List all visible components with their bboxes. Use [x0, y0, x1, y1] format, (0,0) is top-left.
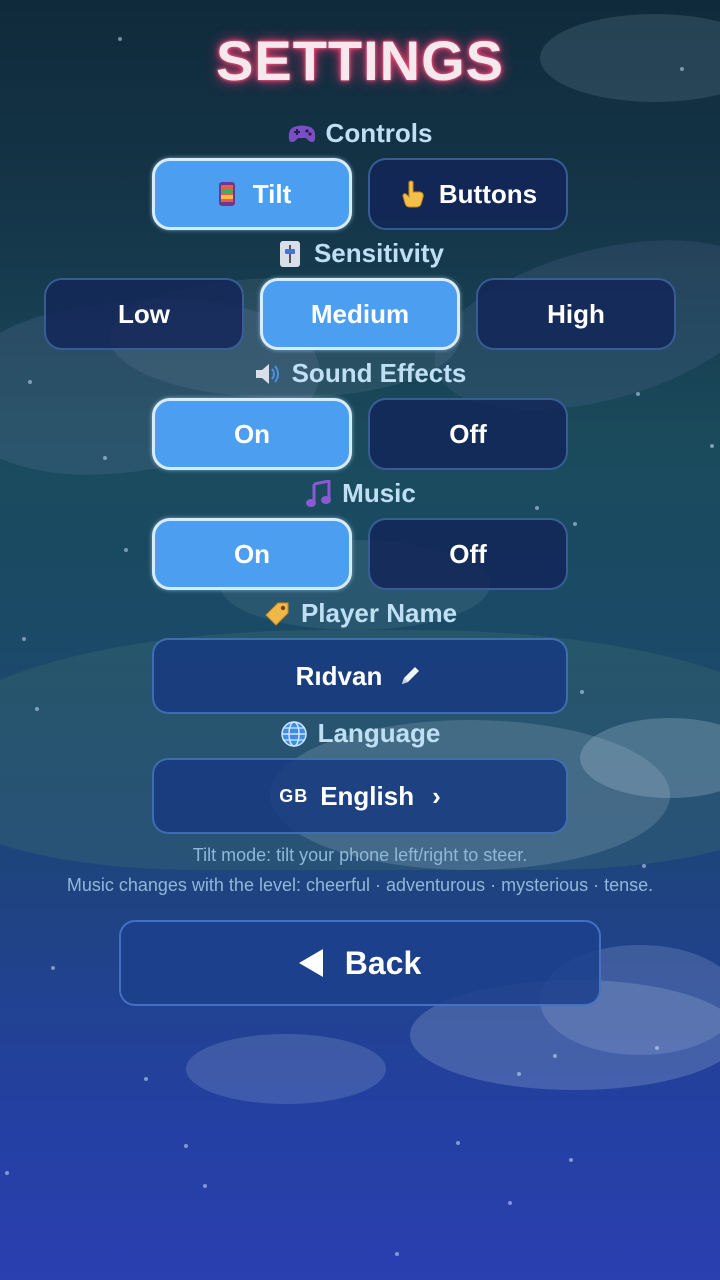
- language-selector[interactable]: GB English ›: [152, 758, 568, 834]
- chevron-right-icon: ›: [432, 780, 441, 811]
- sound-effects-label: Sound Effects: [0, 358, 720, 389]
- page-title: SETTINGS: [215, 29, 505, 92]
- language-label: Language: [0, 718, 720, 749]
- phone-icon: [213, 180, 241, 208]
- controls-tilt-button[interactable]: Tilt: [152, 158, 352, 230]
- sensitivity-low-button[interactable]: Low: [44, 278, 244, 350]
- sensitivity-medium-button[interactable]: Medium: [260, 278, 460, 350]
- back-button[interactable]: Back: [119, 920, 601, 1006]
- music-off-button[interactable]: Off: [368, 518, 568, 590]
- player-name-value: Rıdvan: [295, 660, 383, 691]
- sensitivity-icon: [276, 240, 304, 268]
- controls-label: Controls: [0, 118, 720, 149]
- controls-buttons-button[interactable]: Buttons: [368, 158, 568, 230]
- speaker-icon: [254, 360, 282, 388]
- language-value: English: [320, 780, 415, 811]
- player-name-label: Player Name: [0, 598, 720, 629]
- tag-icon: [263, 600, 291, 628]
- sound-effects-off-button[interactable]: Off: [368, 398, 568, 470]
- back-arrow-icon: [298, 949, 323, 977]
- hint-music: Music changes with the level: cheerful ·…: [66, 875, 654, 895]
- sensitivity-high-button[interactable]: High: [476, 278, 676, 350]
- player-name-field[interactable]: Rıdvan: [152, 638, 568, 714]
- globe-icon: [280, 720, 308, 748]
- pointing-hand-icon: [399, 180, 427, 208]
- sound-effects-on-button[interactable]: On: [152, 398, 352, 470]
- flag-gb: GB: [279, 785, 309, 806]
- music-note-icon: [304, 479, 332, 508]
- sensitivity-label: Sensitivity: [0, 238, 720, 269]
- pencil-icon[interactable]: [396, 662, 424, 690]
- gamepad-icon: [288, 120, 316, 148]
- music-on-button[interactable]: On: [152, 518, 352, 590]
- music-label: Music: [0, 478, 720, 509]
- hint-tilt: Tilt mode: tilt your phone left/right to…: [192, 845, 528, 865]
